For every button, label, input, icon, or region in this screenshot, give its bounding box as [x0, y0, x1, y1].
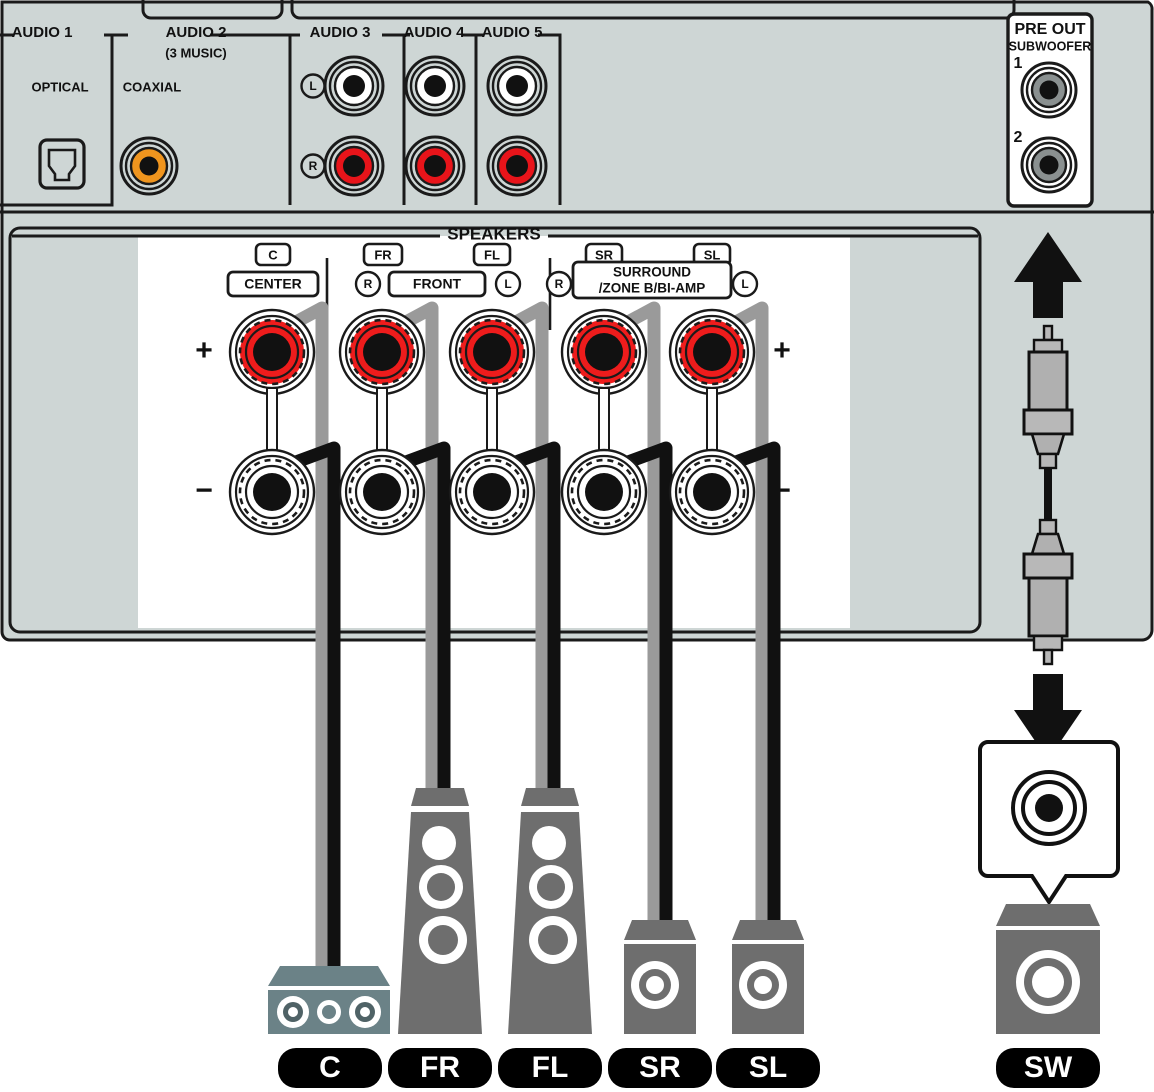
audio4-right-rca-jack[interactable]: [404, 135, 466, 197]
audio5-group-label: AUDIO 5: [482, 24, 543, 41]
binding-post-sl-negative[interactable]: [668, 448, 756, 536]
audio4-group-label: AUDIO 4: [404, 24, 466, 41]
svg-text:/ZONE B/BI-AMP: /ZONE B/BI-AMP: [599, 281, 706, 296]
audio2-group-label: AUDIO 2: [166, 24, 227, 41]
audio2-jack-label: COAXIAL: [123, 79, 182, 94]
audio1-jack-label: OPTICAL: [31, 79, 88, 94]
binding-post-fr-negative[interactable]: [338, 448, 426, 536]
speaker-badge-sr: SR: [608, 1048, 712, 1088]
connection-diagram: AUDIO 1 OPTICAL AUDIO 2 (3 MUSIC) COAXIA…: [0, 0, 1154, 1092]
surround-left-speaker: [732, 920, 804, 1034]
polarity-minus-left: −: [195, 474, 213, 507]
pre-out-subwoofer-jack-1[interactable]: [1020, 61, 1078, 119]
speaker-badge-sl: SL: [716, 1048, 820, 1088]
front-left-speaker: [508, 788, 592, 1034]
speaker-badge-fr: FR: [388, 1048, 492, 1088]
pre-out-subtitle: SUBWOOFER: [1009, 39, 1092, 53]
terminal-badge-c: C: [254, 242, 292, 267]
optical-toslink-jack[interactable]: [38, 138, 86, 190]
center-speaker: [268, 966, 390, 1034]
svg-text:SL: SL: [749, 1051, 787, 1084]
svg-text:L: L: [309, 79, 316, 93]
svg-text:C: C: [268, 247, 278, 262]
svg-text:R: R: [555, 277, 564, 291]
surround-group-label-box: SURROUND /ZONE B/BI-AMP: [571, 260, 733, 300]
svg-text:L: L: [504, 277, 511, 291]
audio5-left-rca-jack[interactable]: [486, 55, 548, 117]
speaker-badge-fl: FL: [498, 1048, 602, 1088]
svg-text:FL: FL: [532, 1051, 569, 1084]
subwoofer-speaker: [996, 904, 1100, 1034]
terminal-badge-fl: FL: [472, 242, 512, 267]
svg-text:SL: SL: [704, 247, 721, 262]
polarity-plus-right: +: [773, 334, 791, 367]
terminal-badge-fr: FR: [362, 242, 404, 267]
pre-out-jack-1-number: 1: [1014, 55, 1023, 72]
svg-text:R: R: [309, 159, 318, 173]
audio3-group-label: AUDIO 3: [310, 24, 371, 41]
front-left-mark: L: [494, 270, 522, 298]
svg-text:FR: FR: [420, 1051, 460, 1084]
subwoofer-input-callout: [978, 740, 1120, 906]
pre-out-subwoofer-jack-2[interactable]: [1020, 136, 1078, 194]
front-right-speaker: [398, 788, 482, 1034]
svg-text:L: L: [741, 277, 748, 291]
audio2-group-sublabel: (3 MUSIC): [165, 45, 226, 60]
speaker-badge-sw: SW: [996, 1048, 1100, 1088]
svg-text:FR: FR: [374, 247, 392, 262]
coaxial-rca-jack[interactable]: [119, 136, 179, 196]
surround-right-mark: R: [545, 270, 573, 298]
pre-out-jack-2-number: 2: [1014, 129, 1023, 146]
svg-text:SR: SR: [595, 247, 614, 262]
svg-text:SURROUND: SURROUND: [613, 265, 691, 280]
svg-text:FL: FL: [484, 247, 500, 262]
surround-right-speaker: [624, 920, 696, 1034]
front-right-mark: R: [354, 270, 382, 298]
front-group-label-box: FRONT: [387, 270, 487, 298]
speaker-badge-c: C: [278, 1048, 382, 1088]
binding-post-c-negative[interactable]: [228, 448, 316, 536]
surround-left-mark: L: [731, 270, 759, 298]
svg-text:R: R: [364, 277, 373, 291]
binding-post-sr-negative[interactable]: [560, 448, 648, 536]
polarity-plus-left: +: [195, 334, 213, 367]
speakers-heading: SPEAKERS: [447, 224, 541, 243]
svg-text:SW: SW: [1024, 1051, 1073, 1084]
svg-text:C: C: [319, 1051, 341, 1084]
svg-text:CENTER: CENTER: [244, 276, 302, 292]
audio3-right-rca-jack[interactable]: [323, 135, 385, 197]
audio4-left-rca-jack[interactable]: [404, 55, 466, 117]
svg-text:SR: SR: [639, 1051, 681, 1084]
pre-out-title: PRE OUT: [1014, 21, 1085, 38]
pre-out-subwoofer-panel: PRE OUT SUBWOOFER 1 2: [1006, 12, 1094, 208]
audio3-left-rca-jack[interactable]: [323, 55, 385, 117]
binding-post-fl-negative[interactable]: [448, 448, 536, 536]
svg-text:FRONT: FRONT: [413, 276, 462, 292]
audio5-right-rca-jack[interactable]: [486, 135, 548, 197]
center-group-label-box: CENTER: [226, 270, 320, 298]
audio1-group-label: AUDIO 1: [12, 24, 73, 41]
